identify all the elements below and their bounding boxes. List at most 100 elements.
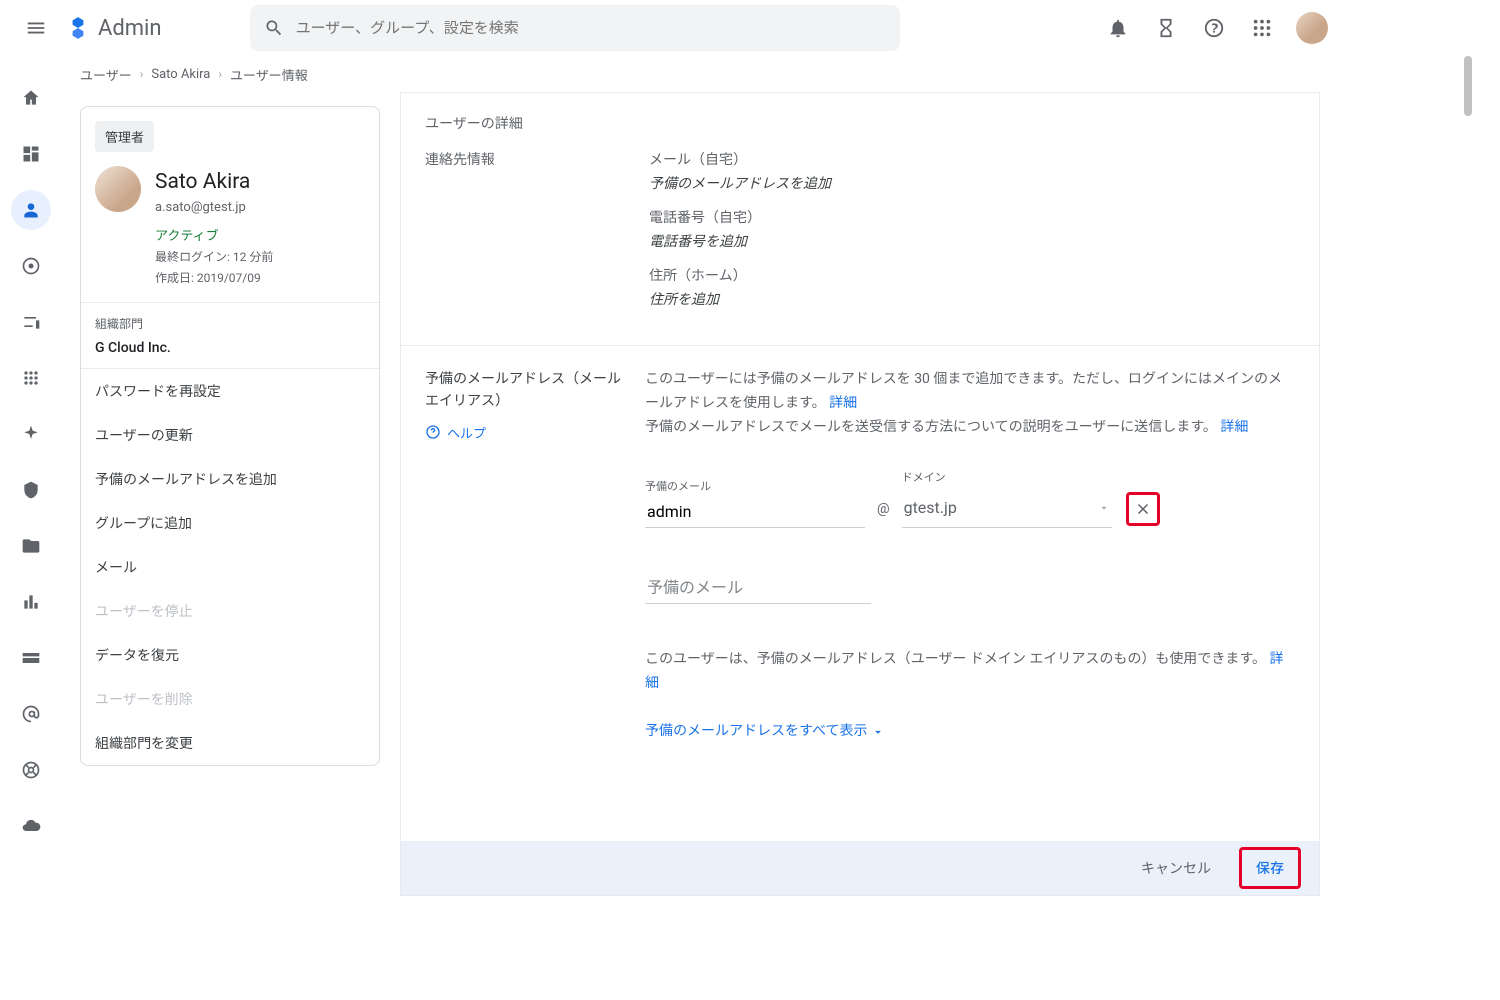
dropdown-icon bbox=[1098, 502, 1110, 514]
product-name: Admin bbox=[98, 16, 162, 41]
nav-rail bbox=[0, 56, 62, 896]
rail-apps[interactable] bbox=[11, 358, 51, 398]
contact-heading: 連絡先情報 bbox=[425, 149, 625, 323]
action-add-group[interactable]: グループに追加 bbox=[81, 501, 379, 545]
alias-note: このユーザーは、予備のメールアドレス（ユーザー ドメイン エイリアスのもの）も使… bbox=[645, 648, 1295, 696]
add-email-link[interactable]: 予備のメールアドレスを追加 bbox=[649, 173, 1295, 193]
rail-billing[interactable] bbox=[11, 638, 51, 678]
chevron-icon: › bbox=[140, 67, 144, 81]
alias-local-input[interactable] bbox=[645, 498, 865, 528]
alias-section-title: 予備のメールアドレス（メール エイリアス） bbox=[425, 368, 625, 413]
global-search[interactable] bbox=[250, 5, 900, 51]
crumb-user[interactable]: Sato Akira bbox=[151, 67, 210, 82]
folder-icon bbox=[21, 536, 41, 556]
user-side-card: 管理者 Sato Akira a.sato@gtest.jp アクティブ 最終ロ… bbox=[80, 106, 380, 766]
cancel-button[interactable]: キャンセル bbox=[1127, 850, 1225, 886]
role-chip: 管理者 bbox=[95, 121, 154, 152]
search-input[interactable] bbox=[296, 19, 886, 37]
rail-ai[interactable] bbox=[11, 414, 51, 454]
main-menu-button[interactable] bbox=[16, 8, 56, 48]
email-label: メール（自宅） bbox=[649, 149, 1295, 169]
account-avatar[interactable] bbox=[1296, 12, 1328, 44]
bell-icon bbox=[1107, 17, 1129, 39]
search-icon bbox=[264, 18, 284, 38]
dashboard-icon bbox=[21, 144, 41, 164]
crumb-page[interactable]: ユーザー情報 bbox=[230, 65, 308, 84]
save-button[interactable]: 保存 bbox=[1239, 847, 1301, 889]
action-update-user[interactable]: ユーザーの更新 bbox=[81, 413, 379, 457]
address-label: 住所（ホーム） bbox=[649, 265, 1295, 285]
org-name: G Cloud Inc. bbox=[95, 340, 365, 356]
action-restore-data[interactable]: データを復元 bbox=[81, 633, 379, 677]
lifebuoy-icon bbox=[21, 760, 41, 780]
user-created: 作成日: 2019/07/09 bbox=[155, 269, 273, 286]
app-header: Admin bbox=[0, 0, 1344, 56]
logo-icon bbox=[64, 14, 92, 42]
add-address-link[interactable]: 住所を追加 bbox=[649, 289, 1295, 309]
cloud-icon bbox=[21, 816, 41, 836]
user-photo[interactable] bbox=[95, 166, 141, 212]
at-icon bbox=[21, 704, 41, 724]
chevron-down-icon bbox=[871, 725, 885, 739]
alias-section: 予備のメールアドレス（メール エイリアス） ヘルプ このユーザーには予備のメール… bbox=[401, 345, 1319, 841]
rail-dashboard[interactable] bbox=[11, 134, 51, 174]
section-title: ユーザーの詳細 bbox=[425, 93, 1295, 143]
at-symbol: @ bbox=[877, 498, 890, 522]
person-icon bbox=[21, 200, 41, 220]
chrome-icon bbox=[21, 256, 41, 276]
tasks-button[interactable] bbox=[1146, 8, 1186, 48]
action-mail[interactable]: メール bbox=[81, 545, 379, 589]
crumb-users[interactable]: ユーザー bbox=[80, 65, 132, 84]
help-circle-icon bbox=[425, 424, 441, 440]
alias-local-label: 予備のメール bbox=[645, 478, 865, 497]
breadcrumb: ユーザー › Sato Akira › ユーザー情報 bbox=[62, 56, 1344, 92]
user-last-login: 最終ログイン: 12 分前 bbox=[155, 248, 273, 265]
show-all-aliases[interactable]: 予備のメールアドレスをすべて表示 bbox=[645, 720, 1295, 744]
bar-chart-icon bbox=[21, 592, 41, 612]
rail-reports[interactable] bbox=[11, 582, 51, 622]
details-link-1[interactable]: 詳細 bbox=[829, 395, 857, 411]
scrollbar-thumb[interactable] bbox=[1464, 56, 1472, 116]
alias-local-field: 予備のメール bbox=[645, 478, 865, 529]
alias-domain-select[interactable]: gtest.jp bbox=[902, 490, 1112, 528]
panel-footer: キャンセル 保存 bbox=[401, 841, 1319, 895]
alias-description-2: 予備のメールアドレスでメールを送受信する方法についての説明をユーザーに送信します… bbox=[645, 416, 1295, 440]
user-name: Sato Akira bbox=[155, 170, 273, 194]
card-icon bbox=[21, 648, 41, 668]
user-status: アクティブ bbox=[155, 225, 273, 244]
add-phone-link[interactable]: 電話番号を追加 bbox=[649, 231, 1295, 251]
details-link-2[interactable]: 詳細 bbox=[1220, 419, 1248, 435]
action-change-org[interactable]: 組織部門を変更 bbox=[81, 721, 379, 765]
rail-security[interactable] bbox=[11, 470, 51, 510]
phone-label: 電話番号（自宅） bbox=[649, 207, 1295, 227]
rail-home[interactable] bbox=[11, 78, 51, 118]
apps-button[interactable] bbox=[1242, 8, 1282, 48]
help-button[interactable] bbox=[1194, 8, 1234, 48]
home-icon bbox=[21, 88, 41, 108]
remove-alias-button[interactable] bbox=[1126, 492, 1160, 526]
rail-devices[interactable] bbox=[11, 302, 51, 342]
help-icon bbox=[1203, 17, 1225, 39]
hourglass-icon bbox=[1155, 17, 1177, 39]
alias-domain-label: ドメイン bbox=[902, 469, 1112, 488]
rail-cloud[interactable] bbox=[11, 806, 51, 846]
help-link[interactable]: ヘルプ bbox=[425, 423, 625, 442]
rail-support[interactable] bbox=[11, 750, 51, 790]
action-add-alias[interactable]: 予備のメールアドレスを追加 bbox=[81, 457, 379, 501]
apps-grid-icon bbox=[1251, 17, 1273, 39]
action-suspend-user: ユーザーを停止 bbox=[81, 589, 379, 633]
rail-users[interactable] bbox=[11, 190, 51, 230]
action-reset-password[interactable]: パスワードを再設定 bbox=[81, 369, 379, 413]
alias-extra-field bbox=[645, 572, 871, 604]
chevron-icon: › bbox=[218, 67, 222, 81]
user-actions-list: パスワードを再設定 ユーザーの更新 予備のメールアドレスを追加 グループに追加 … bbox=[81, 369, 379, 765]
shield-icon bbox=[21, 480, 41, 500]
product-logo[interactable]: Admin bbox=[64, 14, 162, 42]
action-delete-user: ユーザーを削除 bbox=[81, 677, 379, 721]
alias-extra-input[interactable] bbox=[645, 572, 871, 604]
apps-icon bbox=[21, 368, 41, 388]
notifications-button[interactable] bbox=[1098, 8, 1138, 48]
rail-chrome[interactable] bbox=[11, 246, 51, 286]
rail-account[interactable] bbox=[11, 694, 51, 734]
rail-storage[interactable] bbox=[11, 526, 51, 566]
